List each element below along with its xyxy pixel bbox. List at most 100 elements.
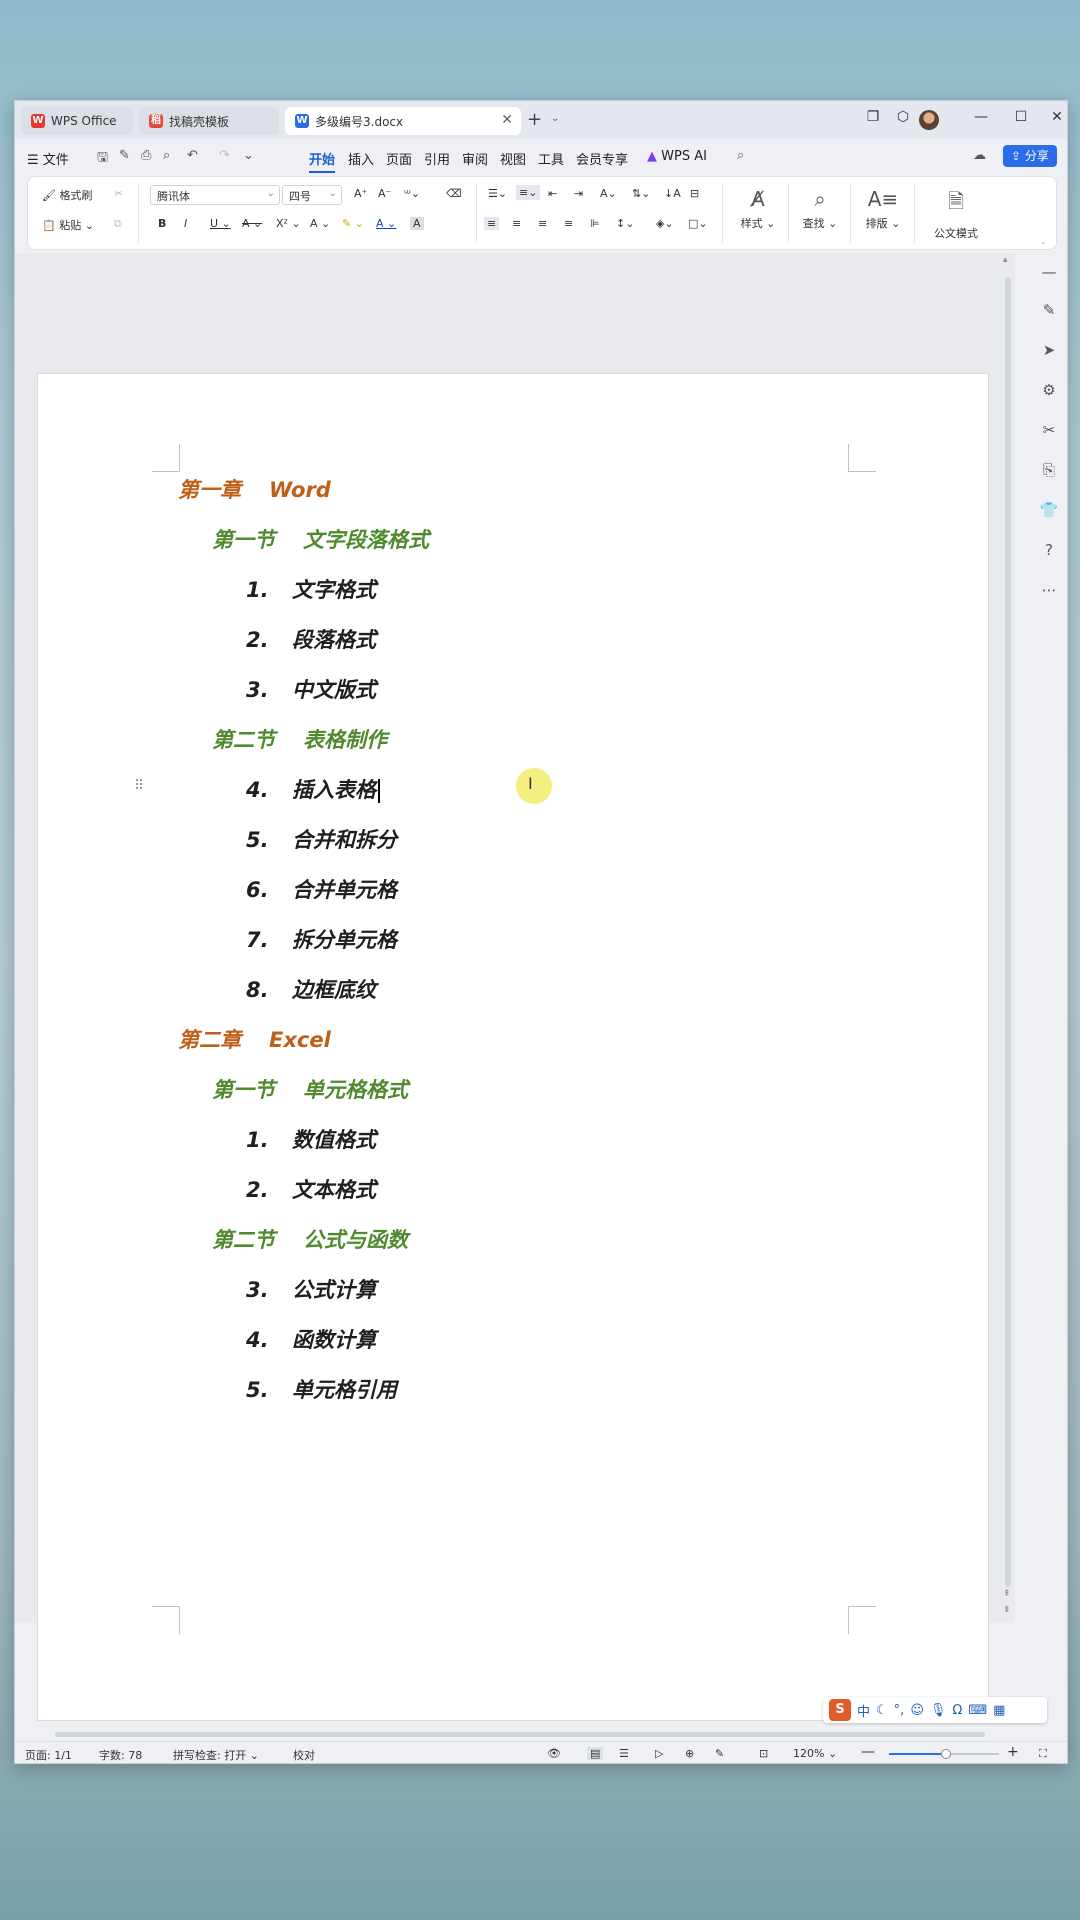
font-size-select[interactable]: 四号 ⌄ xyxy=(282,185,342,205)
more-chevron-icon[interactable]: ⌄ xyxy=(243,148,254,163)
pen-mode-icon[interactable]: ✎ xyxy=(715,1747,724,1760)
vertical-scrollbar[interactable]: ▴ ⇞ ⇟ xyxy=(1001,253,1015,1623)
cloud-sync-icon[interactable]: ☁ xyxy=(973,148,986,163)
copy-icon[interactable]: ⧉ xyxy=(114,217,122,231)
menu-reference[interactable]: 引用 xyxy=(424,149,450,168)
line-spacing-icon[interactable]: ↕⌄ xyxy=(616,217,634,230)
styles-button[interactable]: A̸ 样式 ⌄ xyxy=(734,187,782,231)
mic-icon[interactable]: 🎙 xyxy=(930,1703,947,1718)
tab-wps-office[interactable]: W WPS Office xyxy=(21,107,133,135)
shading-icon[interactable]: ◈⌄ xyxy=(656,217,674,230)
section-line[interactable]: 第一节 文字段落格式 xyxy=(212,524,429,554)
align-center-icon[interactable]: ≡ xyxy=(512,217,521,230)
eye-icon[interactable]: 👁 xyxy=(547,1747,561,1760)
item-line[interactable]: 4. 函数计算 xyxy=(246,1324,376,1354)
fit-page-icon[interactable]: ⊡ xyxy=(759,1747,768,1760)
increase-indent-icon[interactable]: ⇥ xyxy=(574,187,583,200)
page-view-icon[interactable]: ▤ xyxy=(587,1747,604,1760)
chapter-line[interactable]: 第一章 Word xyxy=(178,474,331,504)
item-line[interactable]: 5. 单元格引用 xyxy=(246,1374,397,1404)
outline-view-icon[interactable]: ☰ xyxy=(619,1747,629,1760)
keyboard-icon[interactable]: ⌨ xyxy=(968,1703,987,1718)
ime-mode[interactable]: 中 xyxy=(857,1701,870,1720)
maximize-icon[interactable]: ☐ xyxy=(1009,109,1033,125)
word-count[interactable]: 字数: 78 xyxy=(99,1747,142,1763)
scrollbar-thumb[interactable] xyxy=(1005,277,1011,1587)
item-line[interactable]: 2. 段落格式 xyxy=(246,624,376,654)
cut-icon[interactable]: ✂ xyxy=(114,187,123,200)
avatar[interactable] xyxy=(919,110,939,130)
pen-icon[interactable]: ✎ xyxy=(1039,301,1059,319)
item-line[interactable]: 4. 插入表格 xyxy=(246,774,380,804)
minimize-icon[interactable]: — xyxy=(969,109,993,125)
menu-tools[interactable]: 工具 xyxy=(538,149,564,168)
zoom-slider[interactable] xyxy=(889,1749,999,1759)
menu-view[interactable]: 视图 xyxy=(500,149,526,168)
sort-icon[interactable]: ⇅⌄ xyxy=(632,187,650,200)
select-arrow-icon[interactable]: ➤ xyxy=(1039,341,1059,359)
show-marks-icon[interactable]: ⊟ xyxy=(690,187,699,200)
char-shading-icon[interactable]: A xyxy=(410,217,424,230)
align-right-icon[interactable]: ≡ xyxy=(538,217,547,230)
paste-button[interactable]: 📋 粘贴 ⌄ xyxy=(42,217,94,233)
settings-sliders-icon[interactable]: ⚙ xyxy=(1039,381,1059,399)
distribute-icon[interactable]: ⊫ xyxy=(590,217,600,230)
document-page[interactable]: 第一章 Word 第一节 文字段落格式 1. 文字格式 2. 段落格式 3. 中文版式 第二节 表格制… xyxy=(37,373,989,1721)
more-icon[interactable]: ⋯ xyxy=(1039,581,1059,599)
item-line[interactable]: 3. 中文版式 xyxy=(246,674,376,704)
close-tab-icon[interactable]: ✕ xyxy=(501,112,513,128)
shirt-icon[interactable]: 👕 xyxy=(1039,501,1059,519)
section-line[interactable]: 第一节 单元格格式 xyxy=(212,1074,408,1104)
prev-page-icon[interactable]: ⇞ xyxy=(1003,1589,1011,1599)
zoom-select[interactable]: 120% ⌄ xyxy=(793,1747,837,1760)
section-line[interactable]: 第二节 公式与函数 xyxy=(212,1224,408,1254)
align-left-icon[interactable]: ≡ xyxy=(484,217,500,230)
format-painter-button[interactable]: 🖌 格式刷 xyxy=(42,187,92,203)
drag-handle-icon[interactable]: ⠿ xyxy=(134,778,144,794)
menu-insert[interactable]: 插入 xyxy=(348,149,374,168)
file-menu[interactable]: ☰ 文件 xyxy=(27,149,69,168)
bold-icon[interactable]: B xyxy=(158,217,166,230)
border-icon[interactable]: □⌄ xyxy=(688,217,708,230)
item-line[interactable]: 1. 数值格式 xyxy=(246,1124,376,1154)
item-line[interactable]: 5. 合并和拆分 xyxy=(246,824,397,854)
sort-az-icon[interactable]: ↓A xyxy=(664,187,681,200)
grid-icon[interactable]: ▦ xyxy=(993,1703,1005,1718)
decrease-indent-icon[interactable]: ⇤ xyxy=(548,187,557,200)
item-line[interactable]: 2. 文本格式 xyxy=(246,1174,376,1204)
justify-icon[interactable]: ≡ xyxy=(564,217,573,230)
document-body[interactable]: 第一章 Word 第一节 文字段落格式 1. 文字格式 2. 段落格式 3. 中文版式 第二节 表格制… xyxy=(38,374,988,1720)
menu-page[interactable]: 页面 xyxy=(386,149,412,168)
wps-ai-button[interactable]: ▲ WPS AI xyxy=(647,149,707,164)
moon-icon[interactable]: ☾ xyxy=(876,1703,888,1718)
menu-member[interactable]: 会员专享 xyxy=(576,149,628,168)
numbered-list-icon[interactable]: ≡⌄ xyxy=(516,185,541,200)
text-direction-icon[interactable]: A⌄ xyxy=(600,187,617,200)
underline-icon[interactable]: U ⌄ xyxy=(210,217,231,230)
tab-template[interactable]: 稻 找稿壳模板 xyxy=(139,107,279,135)
menu-review[interactable]: 审阅 xyxy=(462,149,488,168)
shrink-font-icon[interactable]: A⁻ xyxy=(378,187,391,200)
ribbon-collapse-icon[interactable]: ⌄ xyxy=(1040,237,1047,246)
item-line[interactable]: 3. 公式计算 xyxy=(246,1274,376,1304)
omega-icon[interactable]: Ω xyxy=(952,1703,962,1718)
undo-icon[interactable]: ↶ xyxy=(187,148,198,163)
play-icon[interactable]: ▷ xyxy=(655,1747,663,1760)
zoom-slider-knob[interactable] xyxy=(941,1749,951,1759)
font-color-icon[interactable]: A ⌄ xyxy=(376,217,396,230)
menu-home[interactable]: 开始 xyxy=(309,149,336,173)
section-line[interactable]: 第二节 表格制作 xyxy=(212,724,387,754)
window-list-icon[interactable]: ❐ xyxy=(861,109,885,125)
layout-button[interactable]: A≡ 排版 ⌄ xyxy=(858,187,908,231)
format-painter-icon[interactable]: ✎ xyxy=(119,148,130,163)
share-button[interactable]: ⇪ 分享 xyxy=(1003,145,1057,167)
new-tab-icon[interactable]: + xyxy=(527,109,542,130)
collapse-panel-icon[interactable]: — xyxy=(1039,263,1059,281)
scroll-up-icon[interactable]: ▴ xyxy=(1003,255,1008,265)
item-line[interactable]: 8. 边框底纹 xyxy=(246,974,376,1004)
horizontal-scrollbar[interactable] xyxy=(31,1729,1001,1739)
page-indicator[interactable]: 页面: 1/1 xyxy=(25,1747,72,1763)
scrollbar-thumb[interactable] xyxy=(55,1732,985,1737)
bullet-list-icon[interactable]: ☰⌄ xyxy=(488,187,507,200)
font-name-select[interactable]: 腾讯体 ⌄ xyxy=(150,185,280,205)
